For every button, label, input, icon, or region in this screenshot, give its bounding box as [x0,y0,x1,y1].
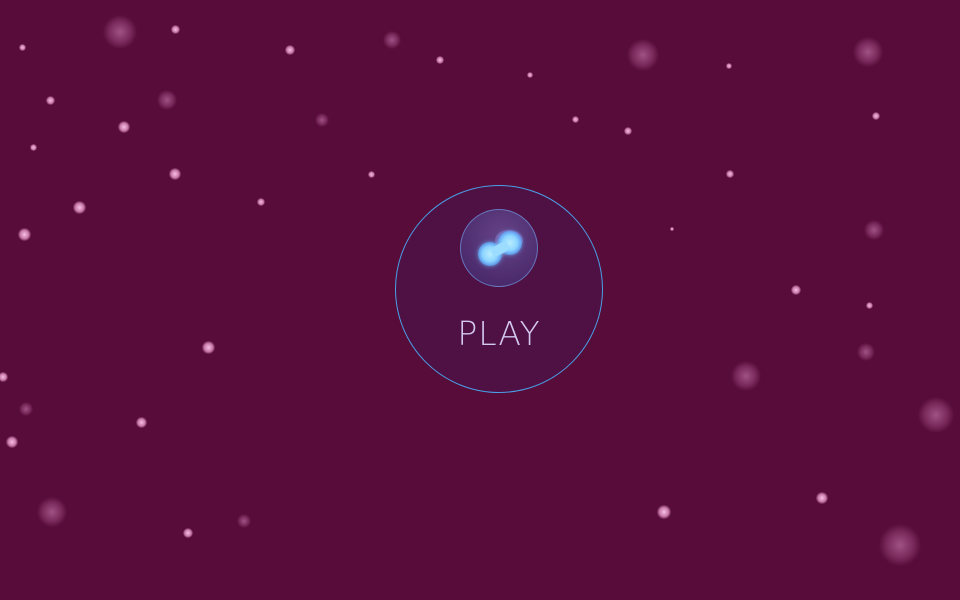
bokeh-particle [315,113,329,127]
bokeh-particle [237,514,251,528]
bokeh-particle [527,72,533,78]
bokeh-particle [169,168,181,180]
bokeh-particle [17,227,31,241]
bokeh-particle [6,436,18,448]
bokeh-particle [657,505,671,519]
bokeh-particle [18,43,26,51]
bokeh-particle [19,402,33,416]
bokeh-particle [879,524,921,566]
bokeh-particle [29,143,37,151]
bokeh-particle [571,115,579,123]
bokeh-particle [0,372,8,382]
bokeh-particle [731,361,761,391]
bokeh-particle [857,343,875,361]
bokeh-particle [183,528,193,538]
bokeh-particle [918,397,954,433]
bokeh-particle [37,497,67,527]
bokeh-particle [103,15,137,49]
bokeh-particle [853,37,883,67]
bokeh-particle [170,24,180,34]
bokeh-particle [367,170,375,178]
bokeh-particle [383,31,401,49]
bokeh-particle [135,416,147,428]
bokeh-particle [816,492,828,504]
play-button[interactable]: PLAY [395,185,603,393]
bokeh-particle [436,56,444,64]
play-label: PLAY [457,314,541,353]
bokeh-particle [72,200,86,214]
bokeh-particle [201,340,215,354]
bokeh-particle [157,90,177,110]
bokeh-particle [627,39,659,71]
twin-blob-orb-icon [460,209,538,287]
bokeh-particle [726,63,732,69]
bokeh-particle [45,95,55,105]
bokeh-particle [257,198,265,206]
bokeh-particle [118,121,130,133]
bokeh-particle [864,220,884,240]
bokeh-particle [624,127,632,135]
bokeh-particle [791,285,801,295]
bokeh-particle [285,45,295,55]
bokeh-particle [670,227,674,231]
bokeh-particle [872,112,880,120]
bokeh-particle [726,170,734,178]
bokeh-particle [865,301,873,309]
